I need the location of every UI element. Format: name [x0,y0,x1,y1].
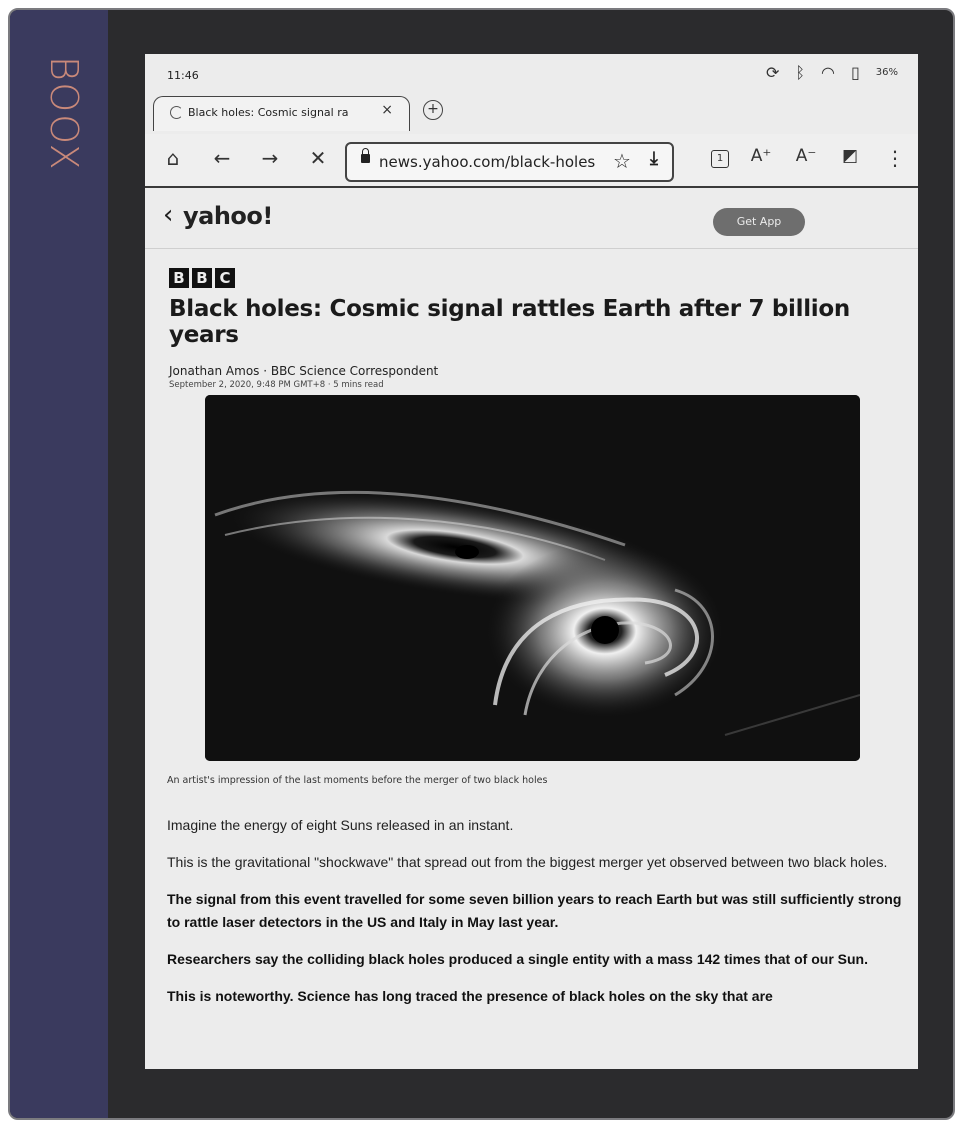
download-icon[interactable]: ⤓ [650,148,658,169]
stop-loading-icon[interactable]: ✕ [305,146,331,170]
article-author[interactable]: Jonathan Amos · BBC Science Corresponden… [169,364,904,378]
browser-tab[interactable]: Black holes: Cosmic signal ra × [153,96,410,131]
battery-icon: ▯ [850,63,860,82]
status-icons: ⟳ ᛒ ◠ ▯ 36% [766,63,898,82]
bbc-letter: B [169,268,189,288]
tab-title: Black holes: Cosmic signal ra [188,106,349,119]
wifi-icon: ◠ [820,63,835,82]
back-arrow-icon[interactable]: ← [209,146,235,170]
article-date: September 2, 2020, 9:48 PM GMT+8 · 5 min… [169,380,384,390]
status-bar: 11:46 ⟳ ᛒ ◠ ▯ 36% [145,54,918,94]
black-hole-illustration [205,395,860,761]
tab-close-button[interactable]: × [381,102,393,118]
fullscreen-icon[interactable]: ◩ [837,146,863,166]
font-decrease-icon[interactable]: A⁻ [793,146,819,166]
tab-count-button[interactable]: 1 [711,150,729,168]
bbc-letter: C [215,268,235,288]
browser-screen: 11:46 ⟳ ᛒ ◠ ▯ 36% Black holes: Cosmic si… [145,54,918,1069]
article-body: Imagine the energy of eight Suns release… [167,814,905,1022]
font-increase-icon[interactable]: A⁺ [748,146,774,166]
screen-refresh-icon: ⟳ [765,63,780,82]
status-time: 11:46 [167,69,199,82]
address-bar[interactable]: news.yahoo.com/black-holes ☆ ⤓ [345,142,674,182]
bookmark-star-icon[interactable]: ☆ [613,149,631,173]
yahoo-logo[interactable]: yahoo! [183,202,273,230]
forward-arrow-icon[interactable]: → [257,146,283,170]
browser-toolbar: ⌂ ← → ✕ news.yahoo.com/black-holes ☆ ⤓ 1… [145,134,918,188]
bluetooth-icon: ᛒ [795,63,805,82]
ereader-device: BOOX 11:46 ⟳ ᛒ ◠ ▯ 36% Black holes: Cosm… [8,8,955,1120]
article-header: B B C Black holes: Cosmic signal rattles… [169,268,904,390]
url-text[interactable]: news.yahoo.com/black-holes [379,153,595,171]
article-paragraph: Researchers say the colliding black hole… [167,951,868,967]
article-paragraph: Imagine the energy of eight Suns release… [167,817,514,833]
site-back-button[interactable]: ‹ [163,200,173,230]
article-paragraph: The signal from this event travelled for… [167,891,902,930]
loading-icon [170,106,183,119]
brand-logo: BOOX [42,56,86,172]
article-headline: Black holes: Cosmic signal rattles Earth… [169,296,850,348]
home-icon[interactable]: ⌂ [160,146,186,170]
site-header: ‹ yahoo! Get App [145,188,918,249]
image-caption: An artist's impression of the last momen… [167,775,548,786]
get-app-button[interactable]: Get App [713,208,805,236]
article-hero-image [205,395,860,761]
more-menu-icon[interactable]: ⋮ [882,146,908,170]
device-spine: BOOX [10,10,108,1118]
lock-icon [361,148,370,163]
bbc-logo: B B C [169,268,904,288]
article-paragraph: This is the gravitational "shockwave" th… [167,854,888,870]
article-paragraph: This is noteworthy. Science has long tra… [167,988,773,1004]
battery-level: 36% [875,67,898,78]
new-tab-button[interactable]: + [423,100,443,120]
tab-strip: Black holes: Cosmic signal ra × + [145,94,918,132]
bbc-letter: B [192,268,212,288]
